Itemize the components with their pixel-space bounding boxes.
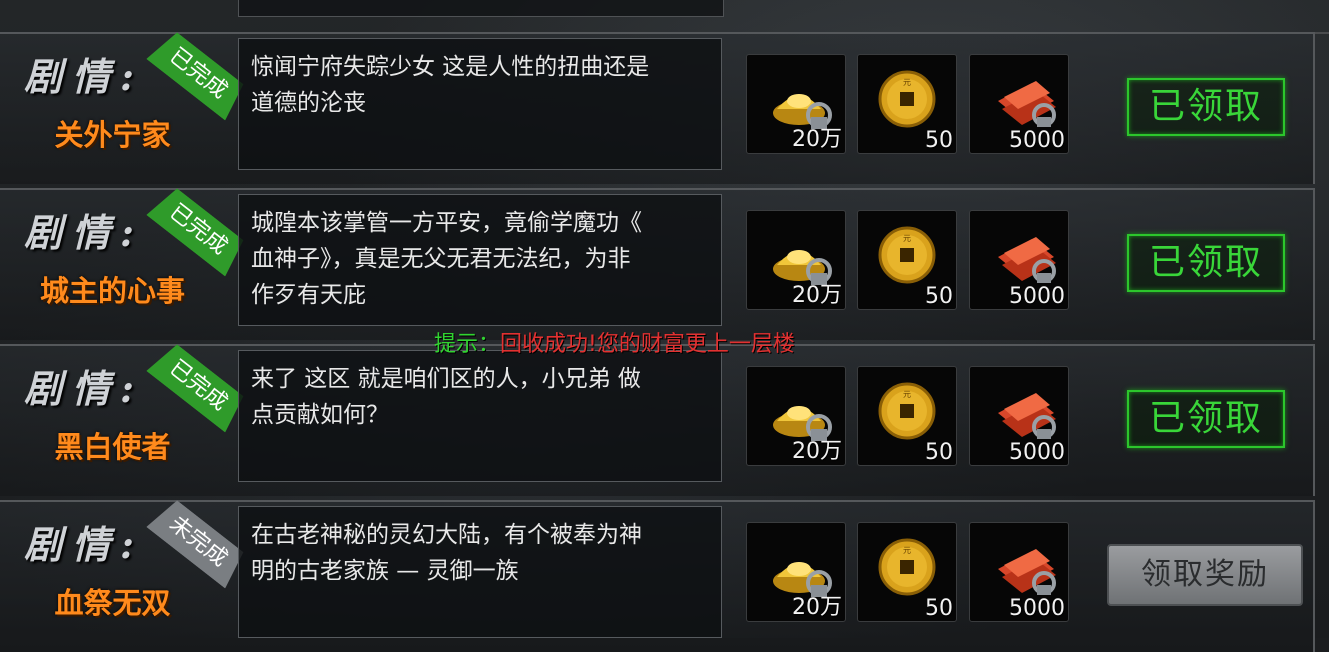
description-line: 来了 这区 就是咱们区的人，小兄弟 做 — [251, 366, 641, 392]
reward-slot[interactable]: 5000 — [969, 522, 1069, 622]
quest-description: 惊闻宁府失踪少女 这是人性的扭曲还是 道德的沦丧 — [238, 38, 722, 170]
reward-quantity: 5000 — [1009, 284, 1065, 309]
reward-quantity: 20万 — [792, 439, 842, 464]
description-line: 血神子》，真是无父无君无法纪，为非 — [251, 246, 631, 272]
reward-quantity: 50 — [925, 128, 953, 153]
description-line: 城隍本该掌管一方平安，竟偷学魔功《 — [251, 210, 642, 236]
quest-name: 血祭无双 — [54, 586, 171, 620]
reward-slot[interactable]: 元 50 — [857, 54, 957, 154]
quest-description: 在古老神秘的灵幻大陆，有个被奉为神 明的古老家族 — 灵御一族 — [238, 506, 722, 638]
quest-name: 黑白使者 — [54, 430, 171, 464]
hint-message: 提示：回收成功!您的财富更上一层楼 — [434, 326, 795, 358]
previous-description-box — [238, 0, 724, 17]
status-ribbon: 已完成 — [146, 183, 249, 276]
story-label: 剧情: — [24, 54, 145, 99]
hint-text: 回收成功!您的财富更上一层楼 — [500, 332, 795, 357]
reward-slot[interactable]: 20万 — [746, 522, 846, 622]
hint-label: 提示： — [434, 332, 501, 357]
description-line: 在古老神秘的灵幻大陆，有个被奉为神 — [251, 522, 642, 548]
reward-slot[interactable]: 20万 — [746, 210, 846, 310]
description-line: 作歹有天庇 — [251, 282, 366, 308]
quest-row: 剧情: 已完成 关外宁家 惊闻宁府失踪少女 这是人性的扭曲还是 道德的沦丧 20万元 50 5… — [0, 32, 1315, 184]
quest-row: 剧情: 未完成 血祭无双 在古老神秘的灵幻大陆，有个被奉为神 明的古老家族 — 灵御一族… — [0, 500, 1315, 652]
claimed-button[interactable]: 已领取 — [1127, 390, 1285, 448]
quest-row: 剧情: 已完成 黑白使者 来了 这区 就是咱们区的人，小兄弟 做点贡献如何？ 20万元 5… — [0, 344, 1315, 496]
status-ribbon: 已完成 — [146, 27, 249, 120]
claim-reward-button[interactable]: 领取奖励 — [1107, 544, 1303, 606]
svg-text:元: 元 — [903, 234, 911, 243]
description-line: 明的古老家族 — 灵御一族 — [251, 558, 519, 584]
reward-quantity: 20万 — [792, 283, 842, 308]
story-label: 剧情: — [24, 366, 145, 411]
reward-slot[interactable]: 5000 — [969, 366, 1069, 466]
svg-text:元: 元 — [903, 390, 911, 399]
reward-quantity: 5000 — [1009, 128, 1065, 153]
description-line: 点贡献如何？ — [251, 402, 389, 428]
previous-row-edge — [0, 0, 1329, 34]
reward-quantity: 5000 — [1009, 440, 1065, 465]
reward-slot[interactable]: 元 50 — [857, 522, 957, 622]
claimed-button[interactable]: 已领取 — [1127, 78, 1285, 136]
reward-quantity: 20万 — [792, 127, 842, 152]
quest-row: 剧情: 已完成 城主的心事 城隍本该掌管一方平安，竟偷学魔功《 血神子》，真是无父无君无… — [0, 188, 1315, 340]
reward-quantity: 50 — [925, 596, 953, 621]
svg-text:元: 元 — [903, 546, 911, 555]
reward-quantity: 50 — [925, 440, 953, 465]
quest-description: 城隍本该掌管一方平安，竟偷学魔功《 血神子》，真是无父无君无法纪，为非 作歹有天庇 — [238, 194, 722, 326]
story-label: 剧情: — [24, 210, 145, 255]
quest-name: 关外宁家 — [54, 118, 171, 152]
status-ribbon: 未完成 — [146, 495, 249, 588]
quest-description: 来了 这区 就是咱们区的人，小兄弟 做点贡献如何？ — [238, 350, 722, 482]
svg-text:元: 元 — [903, 78, 911, 87]
claimed-button[interactable]: 已领取 — [1127, 234, 1285, 292]
reward-quantity: 50 — [925, 284, 953, 309]
story-label: 剧情: — [24, 522, 145, 567]
reward-quantity: 5000 — [1009, 596, 1065, 621]
reward-slot[interactable]: 元 50 — [857, 210, 957, 310]
description-line: 道德的沦丧 — [251, 90, 366, 116]
reward-slot[interactable]: 20万 — [746, 366, 846, 466]
status-ribbon: 已完成 — [146, 339, 249, 432]
reward-slot[interactable]: 20万 — [746, 54, 846, 154]
reward-slot[interactable]: 元 50 — [857, 366, 957, 466]
quest-name: 城主的心事 — [39, 274, 185, 308]
reward-slot[interactable]: 5000 — [969, 210, 1069, 310]
description-line: 惊闻宁府失踪少女 这是人性的扭曲还是 — [251, 54, 650, 80]
reward-quantity: 20万 — [792, 595, 842, 620]
reward-slot[interactable]: 5000 — [969, 54, 1069, 154]
